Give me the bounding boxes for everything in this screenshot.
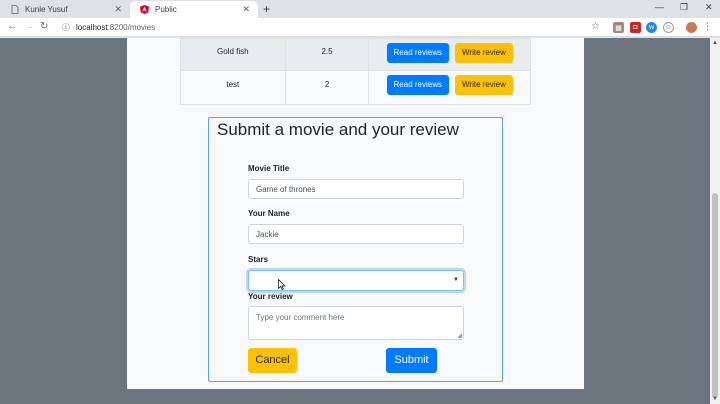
tab-kunle-yusuf[interactable]: Kunle Yusuf ✕ <box>0 1 130 18</box>
menu-icon[interactable]: ⋮ <box>703 21 712 32</box>
page-viewport: Gold fish 2.5 Read reviews Write review t… <box>0 38 710 404</box>
angular-icon <box>140 5 149 14</box>
name-input[interactable]: Jackie <box>248 224 464 244</box>
form-title: Submit a movie and your review <box>217 120 459 139</box>
browser-toolbar: ← → ↻ ⓘ localhost:8200/movies ☆ ▦ ◘ w ☺ … <box>0 18 720 37</box>
movie-title-input[interactable]: Game of thrones <box>248 179 464 199</box>
review-label: Your review <box>248 292 293 301</box>
movie-title-label: Movie Title <box>248 164 290 173</box>
review-textarea[interactable]: Type your comment here ◢ <box>248 306 464 340</box>
close-tab-icon[interactable]: ✕ <box>114 4 122 15</box>
cancel-button[interactable]: Cancel <box>248 348 297 373</box>
address-bar[interactable]: ⓘ localhost:8200/movies ☆ <box>56 20 608 35</box>
bookmark-star-icon[interactable]: ☆ <box>591 21 600 32</box>
stars-cell: 2 <box>284 70 370 105</box>
movie-title-cell: Gold fish <box>180 38 286 71</box>
tab-public[interactable]: Public ✕ <box>130 1 258 18</box>
new-tab-icon[interactable]: + <box>263 2 270 16</box>
dropdown-caret-icon: ▼ <box>453 277 459 283</box>
actions-cell: Read reviews Write review <box>368 38 531 71</box>
info-icon[interactable]: ⓘ <box>62 22 70 33</box>
table-row: Gold fish 2.5 Read reviews Write review <box>180 38 531 71</box>
table-row: test 2 Read reviews Write review <box>180 70 531 105</box>
url-host: localhost <box>76 23 108 32</box>
close-tab-icon[interactable]: ✕ <box>242 4 250 15</box>
resize-grip-icon[interactable]: ◢ <box>457 332 462 339</box>
content-card: Gold fish 2.5 Read reviews Write review t… <box>127 38 584 389</box>
tab-title: Kunle Yusuf <box>25 5 68 14</box>
reload-icon[interactable]: ↻ <box>40 21 48 32</box>
document-icon <box>10 5 19 14</box>
scroll-up-icon[interactable]: ▲ <box>712 40 718 46</box>
scroll-thumb[interactable] <box>712 193 718 398</box>
forward-icon[interactable]: → <box>24 21 34 32</box>
extension-icon[interactable]: ☺ <box>663 22 674 33</box>
minimize-icon[interactable]: — <box>655 2 664 12</box>
review-form: Submit a movie and your review Movie Tit… <box>208 117 503 382</box>
read-reviews-button[interactable]: Read reviews <box>386 75 449 95</box>
stars-label: Stars <box>248 255 269 264</box>
page-scrollbar[interactable]: ▲ ▼ <box>710 38 720 404</box>
read-reviews-button[interactable]: Read reviews <box>386 43 449 63</box>
movie-title-cell: test <box>180 70 286 105</box>
tab-title: Public <box>155 5 177 14</box>
scroll-down-icon[interactable]: ▼ <box>712 396 718 402</box>
review-placeholder: Type your comment here <box>256 313 345 322</box>
extension-icon[interactable]: ▦ <box>613 22 624 33</box>
name-label: Your Name <box>248 209 290 218</box>
tab-strip: Kunle Yusuf ✕ Public ✕ + — ❐ ✕ <box>0 0 720 18</box>
extension-icon[interactable]: w <box>646 22 657 33</box>
restore-icon[interactable]: ❐ <box>680 2 688 13</box>
movies-table: Gold fish 2.5 Read reviews Write review t… <box>180 38 531 105</box>
stars-cell: 2.5 <box>284 38 370 71</box>
back-icon[interactable]: ← <box>7 21 17 32</box>
mouse-cursor-icon <box>278 277 286 295</box>
write-review-button[interactable]: Write review <box>455 43 513 63</box>
actions-cell: Read reviews Write review <box>368 70 531 105</box>
close-window-icon[interactable]: ✕ <box>705 2 713 13</box>
url-path: :8200/movies <box>107 23 156 32</box>
submit-button[interactable]: Submit <box>386 348 437 373</box>
extension-icon[interactable]: ◘ <box>630 22 641 33</box>
write-review-button[interactable]: Write review <box>455 75 513 95</box>
avatar[interactable] <box>686 22 697 33</box>
